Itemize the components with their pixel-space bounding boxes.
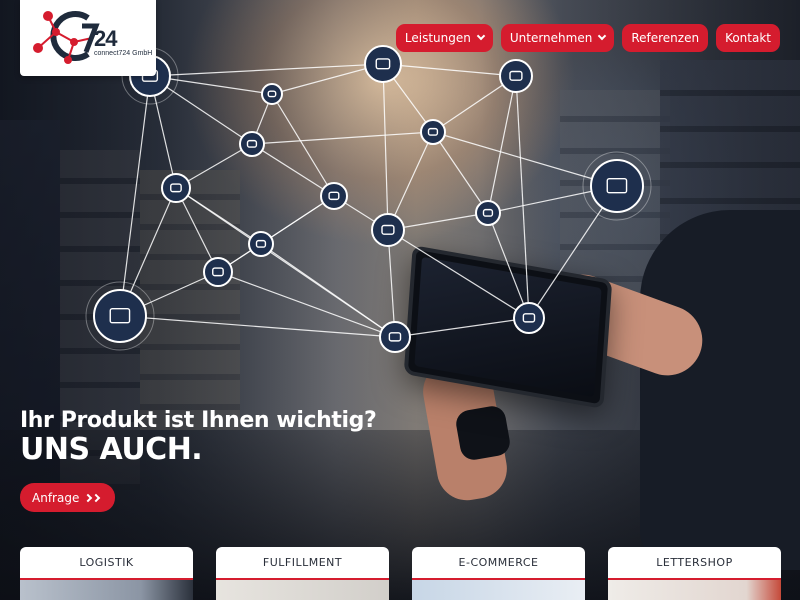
main-navigation: Leistungen Unternehmen Referenzen Kontak… bbox=[395, 24, 780, 52]
chevron-down-icon bbox=[476, 31, 486, 41]
nav-label: Unternehmen bbox=[509, 31, 593, 45]
hero-background bbox=[0, 0, 800, 600]
network-link bbox=[487, 75, 517, 214]
hero-subline: UNS AUCH. bbox=[20, 432, 203, 467]
network-link bbox=[387, 229, 530, 319]
hero-headline: Ihr Produkt ist Ihnen wichtig? bbox=[20, 408, 377, 433]
network-link bbox=[217, 271, 396, 338]
company-logo[interactable]: 24 connect724 GmbH bbox=[20, 0, 156, 76]
nav-label: Leistungen bbox=[404, 31, 471, 45]
shopping-cart-icon bbox=[475, 200, 501, 226]
gift-icon bbox=[248, 231, 274, 257]
double-chevron-right-icon bbox=[84, 493, 101, 502]
network-link bbox=[515, 75, 530, 319]
service-card-image bbox=[216, 580, 389, 600]
thumbs-up-icon bbox=[261, 83, 283, 105]
anfrage-button[interactable]: Anfrage bbox=[20, 483, 116, 512]
service-card-e-commerce[interactable]: E-COMMERCE bbox=[412, 547, 585, 600]
network-link bbox=[260, 243, 396, 338]
courier-icon bbox=[371, 213, 405, 247]
headset-icon bbox=[161, 173, 191, 203]
network-link bbox=[382, 63, 389, 231]
service-card-lettershop[interactable]: LETTERSHOP bbox=[608, 547, 781, 600]
service-cards: LOGISTIK FULFILLMENT E-COMMERCE LETTERSH… bbox=[20, 547, 781, 600]
chevron-down-icon bbox=[598, 31, 607, 41]
time-package-icon bbox=[320, 182, 348, 210]
service-card-title: LOGISTIK bbox=[20, 547, 193, 580]
network-link bbox=[149, 63, 384, 77]
service-card-fulfillment[interactable]: FULFILLMENT bbox=[216, 547, 389, 600]
goods-basket-icon bbox=[85, 281, 155, 351]
network-nodes bbox=[85, 45, 652, 353]
service-card-title: FULFILLMENT bbox=[216, 547, 389, 580]
nav-referenzen[interactable]: Referenzen bbox=[622, 24, 709, 52]
network-link bbox=[251, 131, 434, 145]
nav-kontakt[interactable]: Kontakt bbox=[716, 24, 780, 52]
service-card-image bbox=[412, 580, 585, 600]
network-link bbox=[432, 131, 489, 214]
logistics-network-graphic bbox=[85, 45, 652, 353]
share-icon bbox=[239, 131, 265, 157]
package-icon bbox=[420, 119, 446, 145]
logo-number: 24 bbox=[94, 26, 118, 51]
nav-label: Kontakt bbox=[725, 31, 771, 45]
network-link bbox=[487, 212, 530, 319]
logo-subtitle: connect724 GmbH bbox=[94, 50, 153, 57]
delivery-truck-icon bbox=[582, 151, 652, 221]
team-icon bbox=[203, 257, 233, 287]
service-card-title: LETTERSHOP bbox=[608, 547, 781, 580]
network-link bbox=[119, 75, 151, 317]
service-card-title: E-COMMERCE bbox=[412, 547, 585, 580]
nav-label: Referenzen bbox=[631, 31, 700, 45]
nav-leistungen[interactable]: Leistungen bbox=[395, 24, 493, 52]
service-card-logistik[interactable]: LOGISTIK bbox=[20, 547, 193, 600]
network-link bbox=[251, 143, 335, 197]
service-card-image bbox=[20, 580, 193, 600]
network-link bbox=[394, 317, 530, 338]
anfrage-button-label: Anfrage bbox=[32, 490, 80, 505]
chart-icon bbox=[513, 302, 545, 334]
network-lines bbox=[119, 63, 618, 338]
service-card-image bbox=[608, 580, 781, 600]
network-link bbox=[271, 93, 335, 197]
warehouse-boxes-icon bbox=[379, 321, 411, 353]
lightbulb-icon bbox=[499, 59, 533, 93]
network-link bbox=[432, 131, 618, 187]
network-link bbox=[119, 315, 396, 338]
network-link bbox=[382, 63, 517, 77]
nav-unternehmen[interactable]: Unternehmen bbox=[500, 24, 615, 52]
